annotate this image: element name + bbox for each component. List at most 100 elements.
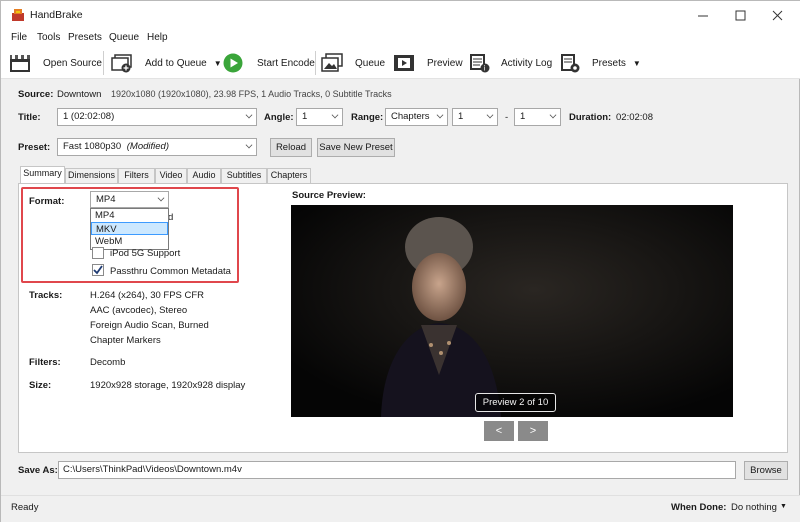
presets-gear-icon	[561, 54, 580, 73]
activity-log-label: Activity Log	[501, 57, 553, 69]
presets-label: Presets	[592, 57, 626, 69]
tab-summary[interactable]: Summary	[20, 166, 65, 183]
preview-frame-image	[291, 205, 733, 417]
tab-dimensions[interactable]: Dimensions	[65, 168, 118, 183]
film-clapper-icon	[10, 55, 30, 72]
title-select[interactable]: 1 (02:02:08)	[57, 108, 257, 126]
preset-select[interactable]: Fast 1080p30 (Modified)	[57, 138, 257, 156]
play-icon	[223, 53, 243, 73]
open-source-button[interactable]: Open Source	[9, 47, 102, 79]
status-text: Ready	[11, 502, 39, 513]
source-name: Downtown	[57, 89, 102, 100]
menu-queue[interactable]: Queue	[109, 32, 139, 43]
title-label: Title:	[18, 112, 41, 123]
menu-file[interactable]: File	[11, 32, 27, 43]
chevron-down-icon	[245, 141, 253, 149]
source-preview-label: Source Preview:	[292, 190, 366, 201]
preview-film-icon	[394, 55, 414, 71]
range-end-select[interactable]: 1	[514, 108, 561, 126]
menu-tools[interactable]: Tools	[37, 32, 60, 43]
presets-dropdown-icon[interactable]: ▼	[633, 59, 641, 68]
track-item: H.264 (x264), 30 FPS CFR	[90, 290, 205, 301]
tab-video[interactable]: Video	[155, 168, 187, 183]
range-separator: -	[505, 112, 509, 123]
save-as-path-input[interactable]: C:\Users\ThinkPad\Videos\Downtown.m4v	[58, 461, 736, 479]
track-item: Foreign Audio Scan, Burned	[90, 320, 209, 331]
preview-button[interactable]: Preview	[393, 47, 463, 79]
toolbar: Open Source Add to Queue ▼ Start Encode	[1, 47, 800, 79]
tracks-label: Tracks:	[29, 290, 63, 301]
range-start-value: 1	[458, 111, 464, 122]
queue-icon	[321, 53, 343, 72]
browse-button[interactable]: Browse	[744, 461, 788, 480]
preset-modified: (Modified)	[126, 141, 169, 152]
filters-value: Decomb	[90, 357, 126, 368]
preset-name: Fast 1080p30	[63, 141, 122, 152]
status-bar: Ready When Done: Do nothing ▼	[1, 495, 800, 522]
when-done-dropdown-icon[interactable]: ▼	[780, 503, 787, 510]
add-to-queue-button[interactable]: Add to Queue ▼	[111, 47, 222, 79]
maximize-icon[interactable]	[735, 10, 746, 21]
source-label: Source:	[18, 89, 54, 100]
when-done-select[interactable]: Do nothing	[731, 502, 777, 513]
save-as-label: Save As:	[18, 465, 58, 476]
reload-button[interactable]: Reload	[270, 138, 312, 157]
open-source-label: Open Source	[43, 57, 102, 69]
activity-log-button[interactable]: i Activity Log	[469, 47, 552, 79]
highlight-annotation-box	[21, 187, 239, 283]
queue-label: Queue	[355, 57, 386, 69]
range-type-select[interactable]: Chapters	[385, 108, 448, 126]
add-to-queue-dropdown-icon[interactable]: ▼	[214, 59, 222, 68]
start-encode-label: Start Encode	[257, 57, 315, 69]
range-end-value: 1	[520, 111, 526, 122]
close-icon[interactable]	[772, 10, 783, 21]
toolbar-separator	[315, 51, 316, 75]
range-type-value: Chapters	[391, 111, 430, 122]
menu-help[interactable]: Help	[147, 32, 168, 43]
size-value: 1920x928 storage, 1920x928 display	[90, 380, 246, 391]
title-bar: HandBrake	[1, 1, 800, 29]
tab-chapters[interactable]: Chapters	[267, 168, 311, 183]
handbrake-logo-icon	[12, 9, 24, 21]
tab-audio[interactable]: Audio	[187, 168, 221, 183]
track-item: Chapter Markers	[90, 335, 161, 346]
menu-presets[interactable]: Presets	[68, 32, 102, 43]
add-to-queue-label: Add to Queue	[145, 57, 207, 69]
source-info: 1920x1080 (1920x1080), 23.98 FPS, 1 Audi…	[111, 89, 392, 99]
angle-select[interactable]: 1	[296, 108, 343, 126]
minimize-icon[interactable]	[697, 11, 709, 21]
queue-button[interactable]: Queue	[321, 47, 385, 79]
duration-value: 02:02:08	[616, 112, 653, 123]
angle-select-value: 1	[302, 111, 308, 122]
source-preview-image: Preview 2 of 10	[291, 205, 733, 417]
chevron-down-icon	[245, 111, 253, 119]
presets-button[interactable]: Presets ▼	[559, 47, 641, 79]
track-item: AAC (avcodec), Stereo	[90, 305, 188, 316]
tab-filters[interactable]: Filters	[118, 168, 155, 183]
activity-log-icon: i	[470, 54, 490, 73]
range-start-select[interactable]: 1	[452, 108, 498, 126]
range-label: Range:	[351, 112, 384, 123]
add-images-icon	[111, 54, 132, 73]
size-label: Size:	[29, 380, 52, 391]
filters-label: Filters:	[29, 357, 61, 368]
chevron-down-icon	[331, 111, 339, 119]
duration-label: Duration:	[569, 112, 612, 123]
preview-label: Preview	[427, 57, 463, 69]
chevron-down-icon	[436, 111, 444, 119]
chevron-down-icon	[549, 111, 557, 119]
svg-text:i: i	[484, 65, 486, 73]
preset-label: Preset:	[18, 142, 51, 153]
preview-next-button[interactable]: >	[518, 421, 548, 441]
when-done-label: When Done:	[671, 502, 727, 513]
preview-prev-button[interactable]: <	[484, 421, 514, 441]
toolbar-separator	[103, 51, 104, 75]
save-new-preset-button[interactable]: Save New Preset	[317, 138, 395, 157]
title-select-value: 1 (02:02:08)	[63, 111, 115, 122]
menu-bar: File Tools Presets Queue Help	[1, 29, 800, 47]
angle-label: Angle:	[264, 112, 294, 123]
tab-subtitles[interactable]: Subtitles	[221, 168, 267, 183]
window-title: HandBrake	[30, 9, 83, 21]
chevron-down-icon	[486, 111, 494, 119]
start-encode-button[interactable]: Start Encode	[223, 47, 315, 79]
